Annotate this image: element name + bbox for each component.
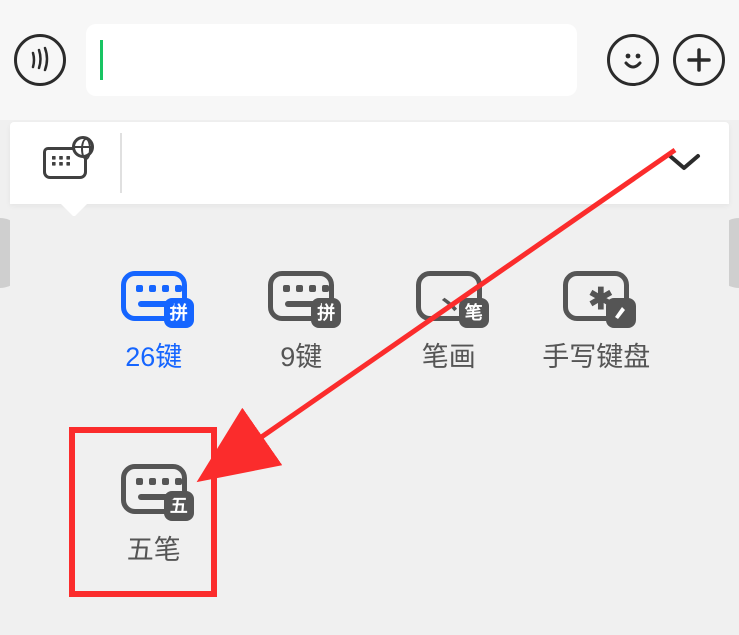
voice-button[interactable] xyxy=(14,34,66,86)
layout-option-label: 9键 xyxy=(280,335,322,374)
layout-option-26key[interactable]: 拼 26键 xyxy=(80,271,228,374)
layout-option-stroke[interactable]: 丶 笔 笔画 xyxy=(375,271,523,374)
chevron-down-icon xyxy=(667,152,701,174)
keyboard-icon: 拼 xyxy=(121,271,187,321)
layout-option-label: 26键 xyxy=(125,335,182,374)
ime-collapse-button[interactable] xyxy=(639,122,729,204)
emoji-icon xyxy=(617,44,649,76)
keyboard-badge: 笔 xyxy=(459,298,489,328)
layout-option-label: 笔画 xyxy=(422,335,476,374)
ime-switch-button[interactable] xyxy=(10,122,120,204)
keyboard-layout-panel: 拼 26键 拼 9键 丶 笔 笔画 ✱ xyxy=(10,216,729,635)
keyboard-badge xyxy=(606,298,636,328)
plus-icon xyxy=(684,45,714,75)
layout-option-9key[interactable]: 拼 9键 xyxy=(228,271,376,374)
layout-option-label: 手写键盘 xyxy=(542,335,650,374)
plus-button[interactable] xyxy=(673,34,725,86)
annotation-highlight-box xyxy=(69,427,217,597)
layout-option-handwrite[interactable]: ✱ 手写键盘 xyxy=(523,271,671,374)
ime-candidate-bar xyxy=(10,122,729,204)
text-caret xyxy=(100,40,103,80)
keyboard-icon: ✱ xyxy=(563,271,629,321)
emoji-button[interactable] xyxy=(607,34,659,86)
globe-keyboard-icon xyxy=(43,147,87,179)
message-input-bar xyxy=(0,0,739,120)
keyboard-icon: 拼 xyxy=(268,271,334,321)
ime-pointer-notch xyxy=(60,203,88,217)
separator xyxy=(120,133,122,193)
keyboard-icon: 丶 笔 xyxy=(416,271,482,321)
message-input[interactable] xyxy=(86,24,577,96)
voice-icon xyxy=(25,45,55,75)
keyboard-badge: 拼 xyxy=(164,298,194,328)
keyboard-badge: 拼 xyxy=(311,298,341,328)
